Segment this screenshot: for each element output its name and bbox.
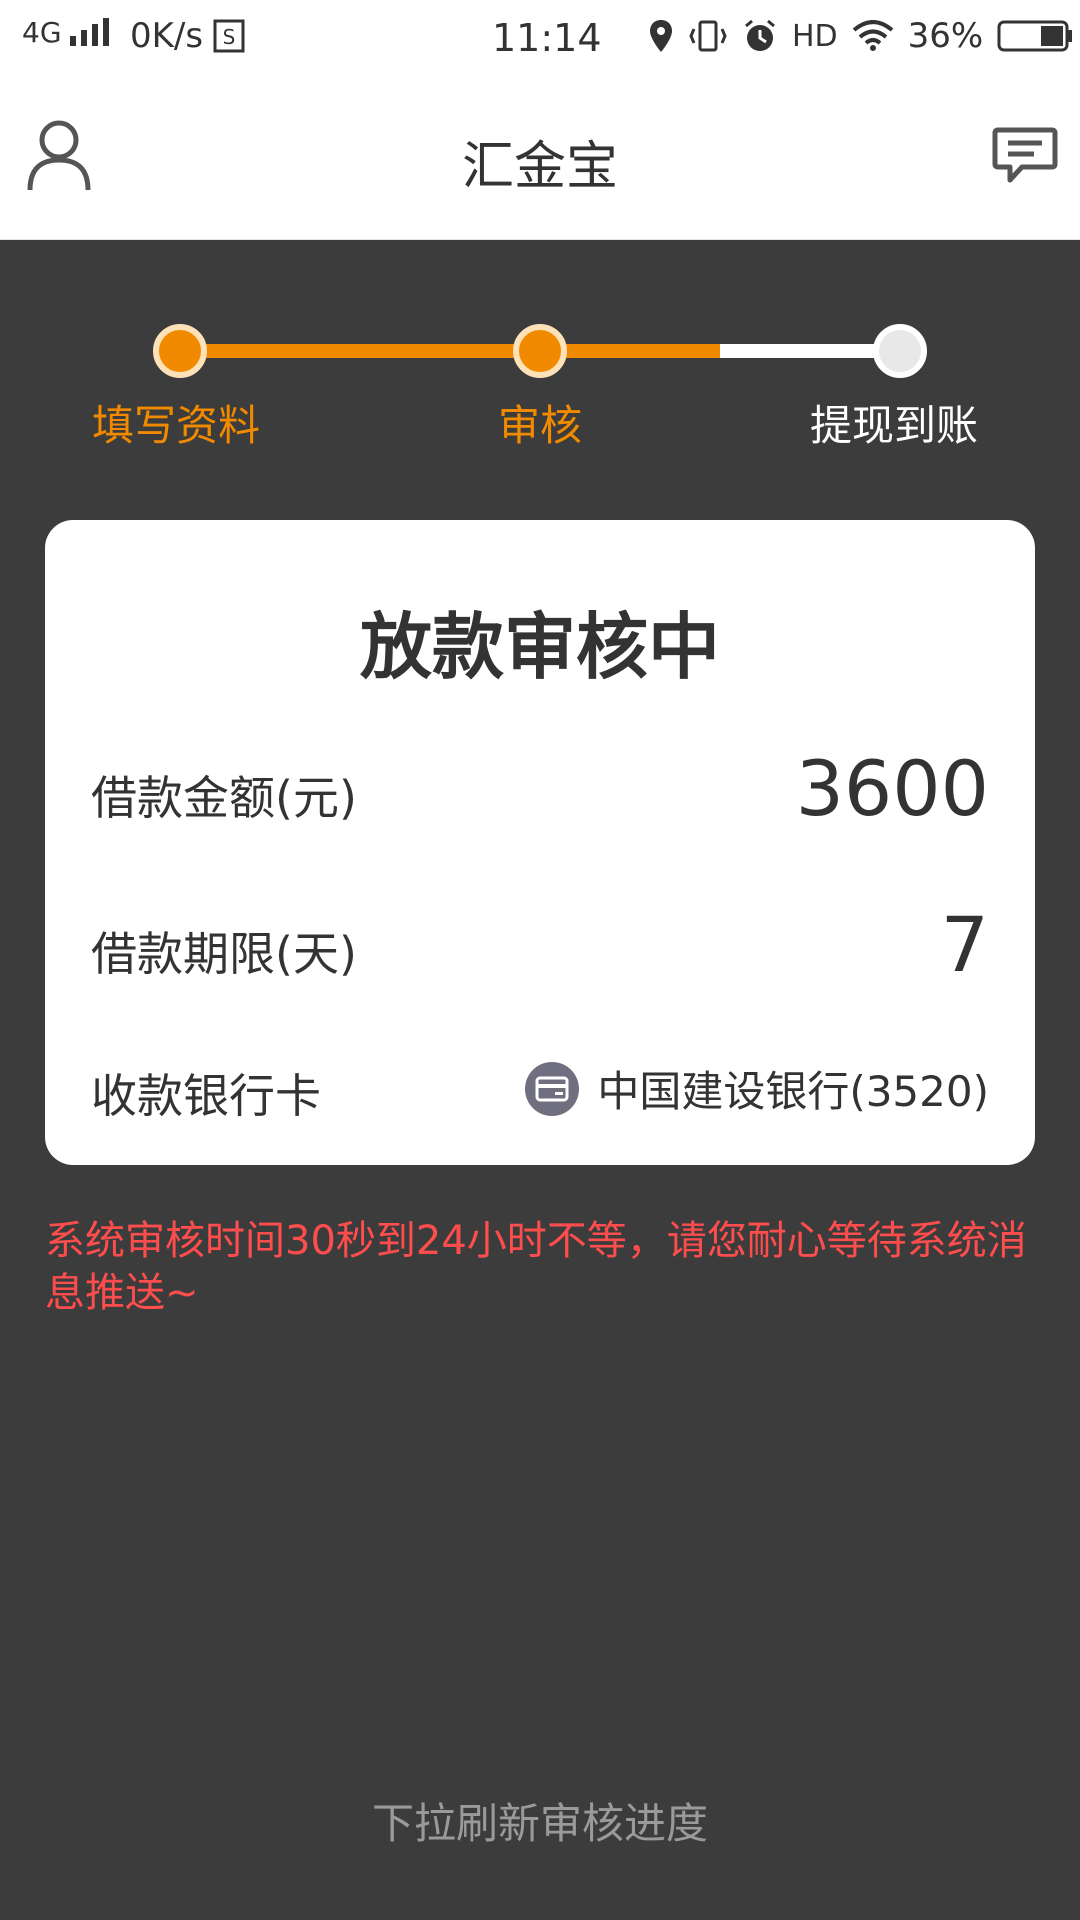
message-icon — [992, 127, 1058, 183]
progress-fill — [180, 344, 720, 358]
bank-value: 中国建设银行(3520) — [597, 1067, 989, 1116]
alarm-icon — [745, 19, 775, 51]
amount-label: 借款金额(元) — [91, 771, 357, 825]
progress-steps: 填写资料 审核 提现到账 — [0, 310, 1080, 460]
signal-icon — [69, 17, 109, 46]
review-notice: 系统审核时间30秒到24小时不等，请您耐心等待系统消息推送~ — [45, 1218, 1027, 1316]
amount-value: 3600 — [795, 744, 989, 833]
term-value: 7 — [940, 900, 989, 989]
step-node-withdraw — [873, 324, 927, 378]
hd-label: HD — [792, 18, 838, 54]
step-node-fill-info — [153, 324, 207, 378]
location-icon — [650, 20, 672, 52]
step-node-review — [513, 324, 567, 378]
bank-label: 收款银行卡 — [91, 1069, 321, 1123]
card-title: 放款审核中 — [359, 605, 720, 689]
network-indicator: 4G — [22, 16, 114, 49]
status-bar: 4G 0K/s S 11:14 HD 36% — [0, 0, 1080, 76]
vibrate-icon — [689, 20, 727, 52]
step-label-fill-info: 填写资料 — [92, 401, 261, 450]
term-label: 借款期限(天) — [91, 927, 357, 981]
battery-percent: 36% — [907, 16, 984, 56]
status-icons: HD 36% — [648, 16, 1073, 56]
speed-text: 0K/s — [130, 16, 204, 56]
network-type: 4G — [22, 16, 62, 49]
clock: 11:14 — [492, 16, 602, 60]
loan-review-card: 放款审核中 借款金额(元) 3600 借款期限(天) 7 收款银行卡 中国建设银… — [45, 520, 1035, 1165]
svg-text:S: S — [223, 25, 236, 49]
bank-card-icon — [525, 1061, 580, 1116]
message-button[interactable] — [992, 126, 1058, 186]
pull-refresh-hint: 下拉刷新审核进度 — [371, 1799, 708, 1848]
sim-icon: S — [213, 19, 245, 53]
nav-bar: 汇金宝 — [0, 76, 1080, 240]
network-speed: 0K/s S — [130, 16, 245, 56]
bank-card-info: 中国建设银行(3520) — [525, 1058, 989, 1119]
step-label-withdraw: 提现到账 — [810, 401, 979, 450]
battery-icon — [997, 20, 1073, 52]
page-title: 汇金宝 — [461, 137, 618, 197]
step-label-review: 审核 — [498, 401, 583, 450]
time-text: 11:14 — [492, 16, 602, 60]
wifi-icon — [852, 20, 893, 51]
